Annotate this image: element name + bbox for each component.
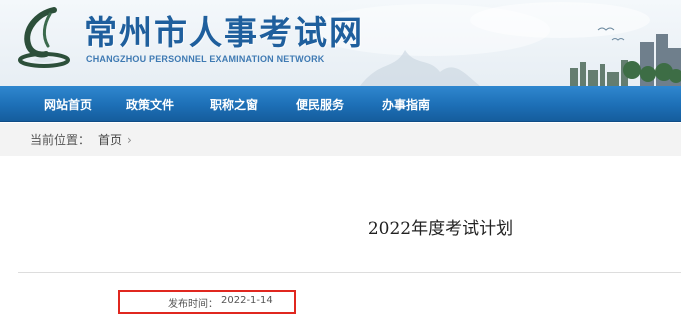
breadcrumb: 当前位置： 首页 › (0, 123, 681, 156)
nav-list: 网站首页 政策文件 职称之窗 便民服务 办事指南 (0, 86, 446, 122)
nav-item-home[interactable]: 网站首页 (44, 86, 102, 122)
publish-time: 发布时间： 2022-1-14 (168, 295, 273, 310)
nav-item-guide[interactable]: 办事指南 (382, 86, 446, 122)
nav-item-titles[interactable]: 职称之窗 (210, 86, 274, 122)
nav-item-policy[interactable]: 政策文件 (126, 86, 190, 122)
page: 常州市人事考试网 CHANGZHOU PERSONNEL EXAMINATION… (0, 0, 681, 319)
site-subtitle: CHANGZHOU PERSONNEL EXAMINATION NETWORK (86, 54, 325, 64)
nav-item-services[interactable]: 便民服务 (296, 86, 360, 122)
publish-time-value: 2022-1-14 (221, 295, 273, 306)
publish-time-label: 发布时间： (168, 299, 218, 310)
stylized-l-emblem-icon (18, 7, 70, 68)
breadcrumb-label: 当前位置： (30, 133, 91, 147)
chevron-right-icon: › (127, 132, 132, 147)
site-header-banner: 常州市人事考试网 CHANGZHOU PERSONNEL EXAMINATION… (0, 0, 681, 86)
site-title: 常州市人事考试网 (84, 13, 364, 52)
title-divider (18, 272, 681, 273)
breadcrumb-home-link[interactable]: 首页 (98, 131, 122, 148)
main-nav: 网站首页 政策文件 职称之窗 便民服务 办事指南 (0, 86, 681, 122)
article-title: 2022年度考试计划 (367, 219, 514, 239)
